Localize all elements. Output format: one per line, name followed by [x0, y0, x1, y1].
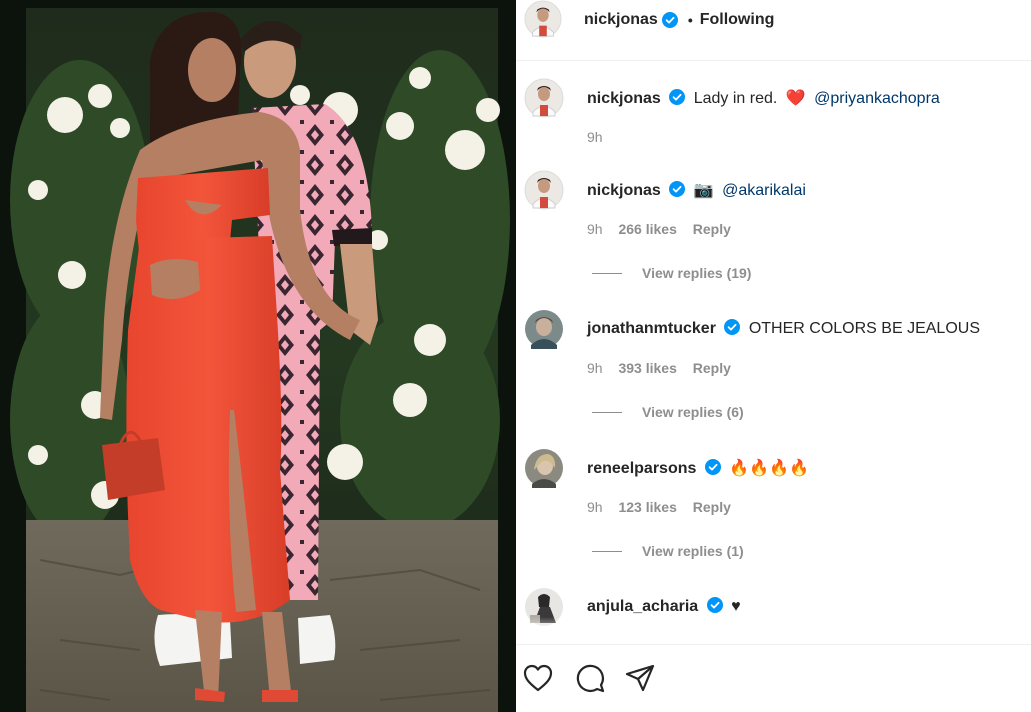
share-button[interactable]: [622, 660, 658, 696]
verified-badge-icon: [724, 319, 741, 335]
view-replies-button[interactable]: View replies (1): [592, 543, 744, 559]
comment-username[interactable]: nickjonas: [587, 90, 661, 107]
camera-emoji: 📷: [693, 182, 714, 199]
avatar[interactable]: [524, 0, 562, 38]
avatar[interactable]: [524, 170, 564, 210]
post-photo[interactable]: [0, 0, 516, 712]
verified-badge-icon: [661, 12, 678, 28]
avatar[interactable]: [524, 448, 564, 488]
comment-text: Lady in red.: [693, 90, 778, 107]
comment-line: nickjonas Lady in red. ❤️ @priyankachopr…: [587, 88, 940, 108]
avatar[interactable]: [524, 78, 564, 118]
comment-time[interactable]: 9h: [587, 499, 603, 515]
comment-time[interactable]: 9h: [587, 129, 603, 145]
reply-button[interactable]: Reply: [693, 221, 731, 237]
view-replies-label: View replies (1): [642, 543, 744, 559]
post-image: [0, 0, 516, 712]
share-icon: [625, 664, 655, 692]
post-header: nickjonas • Following: [516, 0, 1031, 40]
comment-meta: 9h 266 likes Reply: [587, 221, 743, 237]
comment-line: jonathanmtucker OTHER COLORS BE JEALOUS: [587, 319, 980, 338]
comment-line: reneelparsons 🔥🔥🔥🔥: [587, 458, 809, 478]
comment-meta: 9h: [587, 129, 615, 145]
replies-line: [592, 550, 622, 552]
reply-button[interactable]: Reply: [693, 499, 731, 515]
comment-icon: [576, 664, 605, 693]
verified-badge-icon: [704, 459, 721, 475]
comment-button[interactable]: [572, 660, 608, 696]
separator-dot: •: [687, 12, 693, 28]
author-username[interactable]: nickjonas: [584, 11, 658, 29]
replies-line: [592, 411, 622, 413]
actions-divider: [516, 644, 1031, 645]
comment-meta: 9h 123 likes Reply: [587, 499, 743, 515]
following-button[interactable]: Following: [700, 11, 775, 29]
comment-mention[interactable]: @priyankachopra: [814, 90, 940, 107]
comment-line: nickjonas 📷 @akarikalai: [587, 180, 806, 200]
comment-text: ♥: [731, 598, 741, 615]
comment-meta: 9h 393 likes Reply: [587, 360, 743, 376]
view-replies-button[interactable]: View replies (19): [592, 265, 751, 281]
post-sidebar: nickjonas • Following nickjonas Lady in …: [516, 0, 1031, 712]
verified-badge-icon: [669, 181, 686, 197]
scroll-fade: [516, 617, 1031, 639]
heart-icon: [523, 664, 553, 692]
view-replies-button[interactable]: View replies (6): [592, 404, 744, 420]
verified-badge-icon: [669, 89, 686, 105]
view-replies-label: View replies (6): [642, 404, 744, 420]
verified-badge-icon: [706, 597, 723, 613]
comment-username[interactable]: jonathanmtucker: [587, 320, 716, 337]
avatar[interactable]: [524, 309, 564, 349]
like-button[interactable]: [520, 660, 556, 696]
comments-list[interactable]: nickjonas Lady in red. ❤️ @priyankachopr…: [516, 61, 1031, 639]
comment-time[interactable]: 9h: [587, 221, 603, 237]
comment-likes[interactable]: 123 likes: [618, 499, 676, 515]
comment-likes[interactable]: 393 likes: [618, 360, 676, 376]
comment-username[interactable]: nickjonas: [587, 182, 661, 199]
comment-time[interactable]: 9h: [587, 360, 603, 376]
comment-mention[interactable]: @akarikalai: [722, 182, 806, 199]
view-replies-label: View replies (19): [642, 265, 752, 281]
comment-likes[interactable]: 266 likes: [618, 221, 676, 237]
heart-emoji: ❤️: [785, 90, 806, 107]
comment-username[interactable]: reneelparsons: [587, 460, 696, 477]
action-bar: [516, 660, 1031, 700]
reply-button[interactable]: Reply: [693, 360, 731, 376]
comment-username[interactable]: anjula_acharia: [587, 598, 698, 615]
comment-text: 🔥🔥🔥🔥: [729, 460, 809, 477]
replies-line: [592, 272, 622, 274]
comment-line: anjula_acharia ♥: [587, 597, 741, 616]
comment-text: OTHER COLORS BE JEALOUS: [748, 320, 980, 337]
